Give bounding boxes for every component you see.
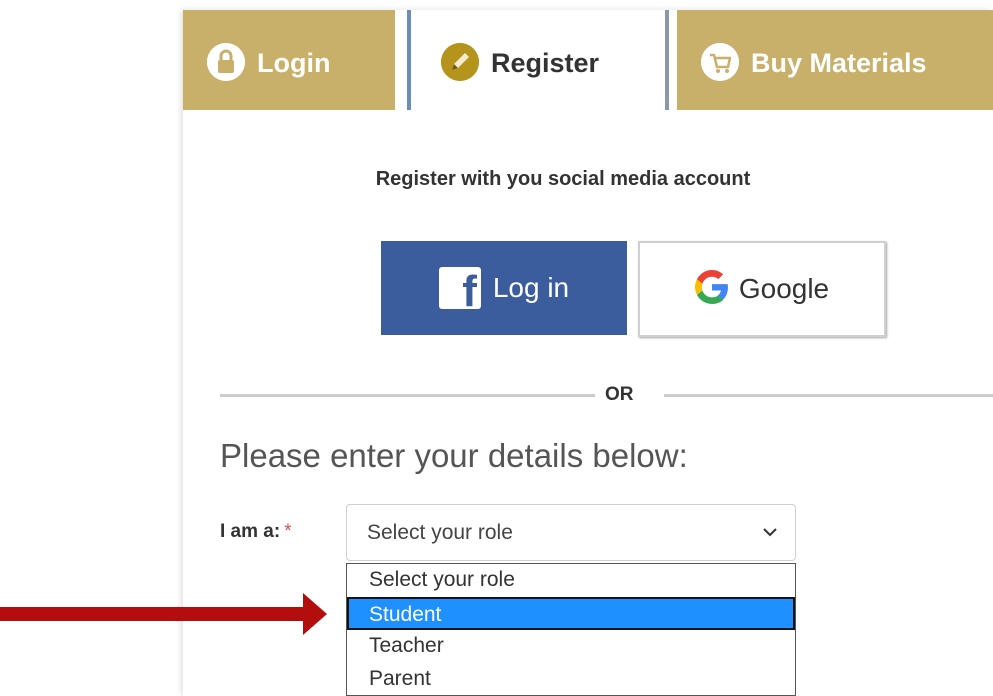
tab-register[interactable]: Register [407, 10, 669, 110]
role-label-text: I am a: [220, 521, 281, 542]
social-register-title: Register with you social media account [375, 168, 751, 190]
role-option-student[interactable]: Student [347, 597, 795, 630]
details-heading: Please enter your details below: [220, 437, 688, 474]
role-option-placeholder[interactable]: Select your role [347, 564, 795, 597]
tab-bar: Login Register Buy Materials [183, 10, 993, 110]
tab-login[interactable]: Login [183, 10, 395, 110]
required-mark: * [284, 521, 292, 542]
lock-icon [207, 43, 245, 81]
chevron-down-icon [763, 524, 777, 542]
facebook-login-label: Log in [492, 272, 570, 303]
role-label: I am a: * [220, 521, 292, 543]
facebook-icon: f [438, 267, 481, 309]
role-option-parent[interactable]: Parent [347, 663, 795, 696]
google-icon [694, 269, 729, 309]
tab-buy-materials-label: Buy Materials [751, 48, 927, 78]
role-option-teacher[interactable]: Teacher [347, 630, 795, 663]
role-select-value: Select your role [367, 520, 513, 544]
or-divider-text: OR [605, 384, 634, 405]
tab-buy-materials[interactable]: Buy Materials [677, 10, 993, 110]
annotation-arrow-head [303, 593, 327, 635]
tab-login-label: Login [257, 48, 331, 78]
role-select[interactable]: Select your role [346, 504, 796, 561]
facebook-login-button[interactable]: f Log in [381, 241, 627, 335]
tab-register-label: Register [491, 48, 600, 78]
divider-line-left [220, 394, 595, 397]
role-dropdown-list: Select your role Student Teacher Parent [346, 563, 796, 696]
google-login-label: Google [738, 273, 830, 304]
divider-line-right [664, 394, 993, 397]
annotation-arrow [0, 607, 305, 621]
cart-icon [701, 43, 739, 81]
pencil-icon [441, 43, 479, 81]
google-login-button[interactable]: Google [638, 241, 886, 337]
